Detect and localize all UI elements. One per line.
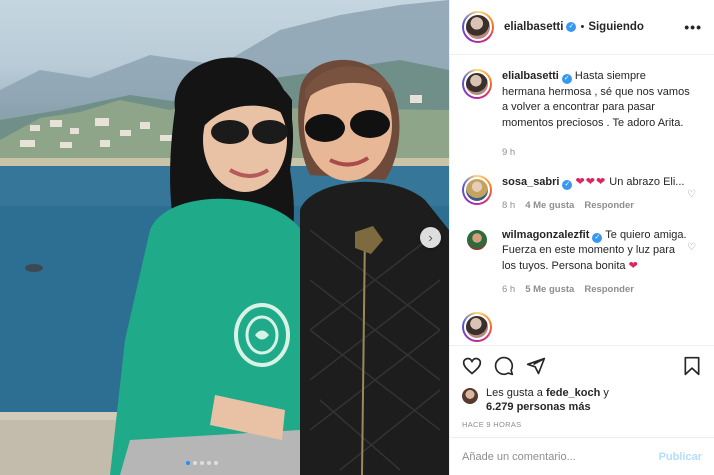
likes-summary: Les gusta a fede_koch y 6.279 personas m… <box>462 386 702 414</box>
add-comment-bar: Publicar <box>450 437 714 475</box>
heart-outline-icon[interactable]: ♡ <box>687 242 696 253</box>
chevron-right-icon: › <box>428 230 433 245</box>
liker-username[interactable]: fede_koch <box>546 387 600 399</box>
caption-time: 9 h <box>502 147 516 158</box>
verified-badge-icon: ✓ <box>561 74 572 84</box>
more-options-icon[interactable]: ••• <box>684 19 702 35</box>
share-icon[interactable] <box>526 356 546 376</box>
heart-icon[interactable] <box>462 356 482 376</box>
photo-illustration <box>0 0 449 475</box>
post-side-panel: elialbasetti ✓ • Siguiendo ••• elialbase… <box>449 0 714 475</box>
comment-item <box>462 311 702 342</box>
following-button[interactable]: Siguiendo <box>588 21 644 33</box>
carousel-dot <box>186 461 190 465</box>
carousel-dot <box>214 461 218 465</box>
publish-button[interactable]: Publicar <box>659 451 702 463</box>
comment-avatar[interactable] <box>465 227 489 252</box>
likes-prefix: Les gusta a <box>486 387 543 399</box>
comments-list[interactable]: elialbasetti ✓ Hasta siempre hermana herm… <box>450 56 714 346</box>
likes-conj: y <box>603 387 609 399</box>
likes-count[interactable]: 6.279 personas más <box>486 401 591 413</box>
heart-outline-icon[interactable]: ♡ <box>687 189 696 200</box>
verified-badge-icon: ✓ <box>562 179 573 190</box>
comment-username[interactable]: wilmagonzalezfit <box>502 229 589 241</box>
heart-emoji-icon: ❤ <box>628 259 639 272</box>
comment-reply-button[interactable]: Responder <box>584 198 634 214</box>
author-avatar[interactable] <box>462 11 494 43</box>
caption-avatar[interactable] <box>462 69 492 99</box>
comment-time: 8 h <box>502 200 516 211</box>
bookmark-icon[interactable] <box>682 356 702 376</box>
comment-reply-button[interactable]: Responder <box>584 282 634 298</box>
liker-avatar[interactable] <box>462 388 478 404</box>
comment-avatar[interactable] <box>462 174 492 205</box>
comment-input[interactable] <box>462 450 659 463</box>
carousel-dot <box>193 461 197 465</box>
caption-item: elialbasetti ✓ Hasta siempre hermana herm… <box>462 69 702 161</box>
comment-icon[interactable] <box>494 356 514 376</box>
post-photo[interactable]: › <box>0 0 449 475</box>
comment-username[interactable]: sosa_sabri <box>502 176 559 188</box>
post-header: elialbasetti ✓ • Siguiendo ••• <box>450 0 714 55</box>
comment-likes-link[interactable]: 4 Me gusta <box>525 198 574 214</box>
carousel-dots <box>186 461 218 465</box>
verified-badge-icon: ✓ <box>592 232 603 243</box>
comment-item: sosa_sabri ✓ ❤❤❤ Un abrazo Eli... 8 h 4 M… <box>462 174 702 214</box>
carousel-dot <box>200 461 204 465</box>
post-timestamp[interactable]: HACE 9 HORAS <box>462 420 702 429</box>
carousel-next-button[interactable]: › <box>420 227 441 248</box>
carousel-dot <box>207 461 211 465</box>
verified-badge-icon: ✓ <box>566 22 577 32</box>
heart-emoji-icon: ❤❤❤ <box>575 175 607 188</box>
header-separator: • <box>580 21 585 33</box>
caption-username[interactable]: elialbasetti <box>502 70 559 82</box>
comment-text: Un abrazo Eli... <box>609 175 685 188</box>
author-username[interactable]: elialbasetti <box>504 21 563 33</box>
post-actions: Les gusta a fede_koch y 6.279 personas m… <box>450 345 714 429</box>
comment-avatar[interactable] <box>462 311 492 342</box>
comment-item: wilmagonzalezfit ✓ Te quiero amiga. Fuerz… <box>462 227 702 298</box>
comment-time: 6 h <box>502 284 516 295</box>
comment-likes-link[interactable]: 5 Me gusta <box>525 282 574 298</box>
